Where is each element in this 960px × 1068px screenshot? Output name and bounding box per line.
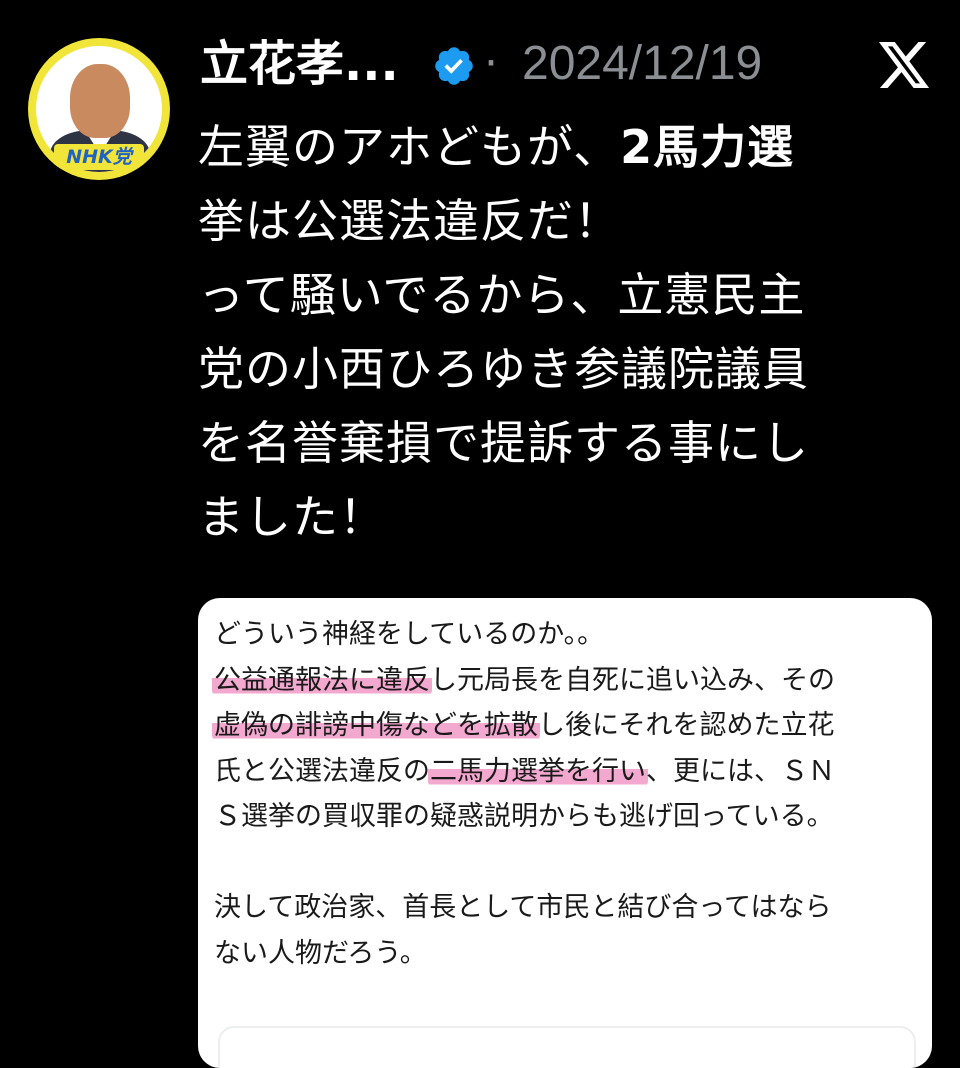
embedded-image-text: どういう神経をしているのか。。 公益通報法に違反し元局長を自死に追い込み、その 虚偽… [212, 612, 924, 977]
embedded-text-segment: 、更には、ＳＮ [646, 755, 835, 787]
embedded-text-segment: 氏と公選法違反の [214, 755, 430, 787]
embedded-text-segment: し後にそれを認めた立花 [538, 710, 835, 741]
embedded-text-segment: 決して政治家、首長として市民と結び合ってはなら [214, 892, 832, 923]
embedded-text-line: 虚偽の誹謗中傷などを拡散し後にそれを認めた立花 [212, 703, 924, 749]
embedded-text-line: ない人物だろう。 [214, 931, 924, 977]
embedded-image[interactable]: どういう神経をしているのか。。 公益通報法に違反し元局長を自死に追い込み、その 虚偽… [198, 598, 932, 1068]
post-text-line: を名誉棄損で提訴する事にし [198, 406, 938, 480]
verified-badge-icon [435, 47, 473, 85]
post-text: 左翼のアホどもが、2馬力選挙は公選法違反だ！ って騒いでるから、立憲民主 党の小西ひ… [198, 110, 938, 554]
post-text-segment: ました！ [198, 490, 386, 544]
embedded-text-segment: ない人物だろう。 [214, 937, 427, 969]
embedded-text-line: 氏と公選法違反の二馬力選挙を行い、更には、ＳＮ [214, 749, 924, 795]
post-text-line: 挙は公選法違反だ！ [198, 184, 938, 258]
author-avatar[interactable]: NHK党 [28, 38, 170, 180]
highlighted-phrase: 虚偽の誹謗中傷などを拡散 [212, 710, 540, 741]
embedded-text-line: 決して政治家、首長として市民と結び合ってはなら [214, 885, 924, 931]
embedded-quote-card[interactable] [218, 1026, 916, 1068]
embedded-text-segment: Ｓ選挙の買収罪の疑惑説明からも逃げ回っている。 [214, 801, 834, 832]
embedded-text-segment: し元局長を自死に追い込み、その [430, 664, 835, 696]
highlighted-phrase: 二馬力選挙を行い [428, 755, 648, 787]
embedded-text-line: どういう神経をしているのか。。 [214, 612, 924, 658]
post-text-segment: 挙は公選法違反だ！ [198, 194, 621, 248]
author-name[interactable]: 立花孝... [200, 36, 399, 92]
post-text-segment: 党の小西ひろゆき参議院議員 [198, 342, 809, 396]
highlighted-phrase: 公益通報法に違反 [212, 664, 432, 696]
post-text-line: って騒いでるから、立憲民主 [198, 258, 938, 332]
embedded-text-segment: どういう神経をしているのか。。 [214, 619, 605, 650]
avatar-face [70, 64, 130, 138]
post-text-segment: 左翼のアホどもが、 [198, 120, 621, 174]
post-text-line: 左翼のアホどもが、2馬力選 [198, 110, 938, 184]
embedded-text-line: Ｓ選挙の買収罪の疑惑説明からも逃げ回っている。 [214, 794, 924, 840]
post-text-bold-segment: 2馬力選 [620, 120, 795, 174]
post-text-line: ました！ [198, 480, 938, 554]
post-text-segment: を名誉棄損で提訴する事にし [198, 416, 809, 470]
post-text-segment: って騒いでるから、立憲民主 [198, 268, 806, 322]
x-logo-icon [878, 42, 930, 88]
post-date[interactable]: 2024/12/19 [522, 36, 762, 92]
avatar-badge: NHK党 [54, 144, 144, 170]
separator-dot: · [484, 38, 498, 89]
post-text-line: 党の小西ひろゆき参議院議員 [198, 332, 938, 406]
embedded-text-line: 公益通報法に違反し元局長を自死に追い込み、その [212, 658, 924, 704]
